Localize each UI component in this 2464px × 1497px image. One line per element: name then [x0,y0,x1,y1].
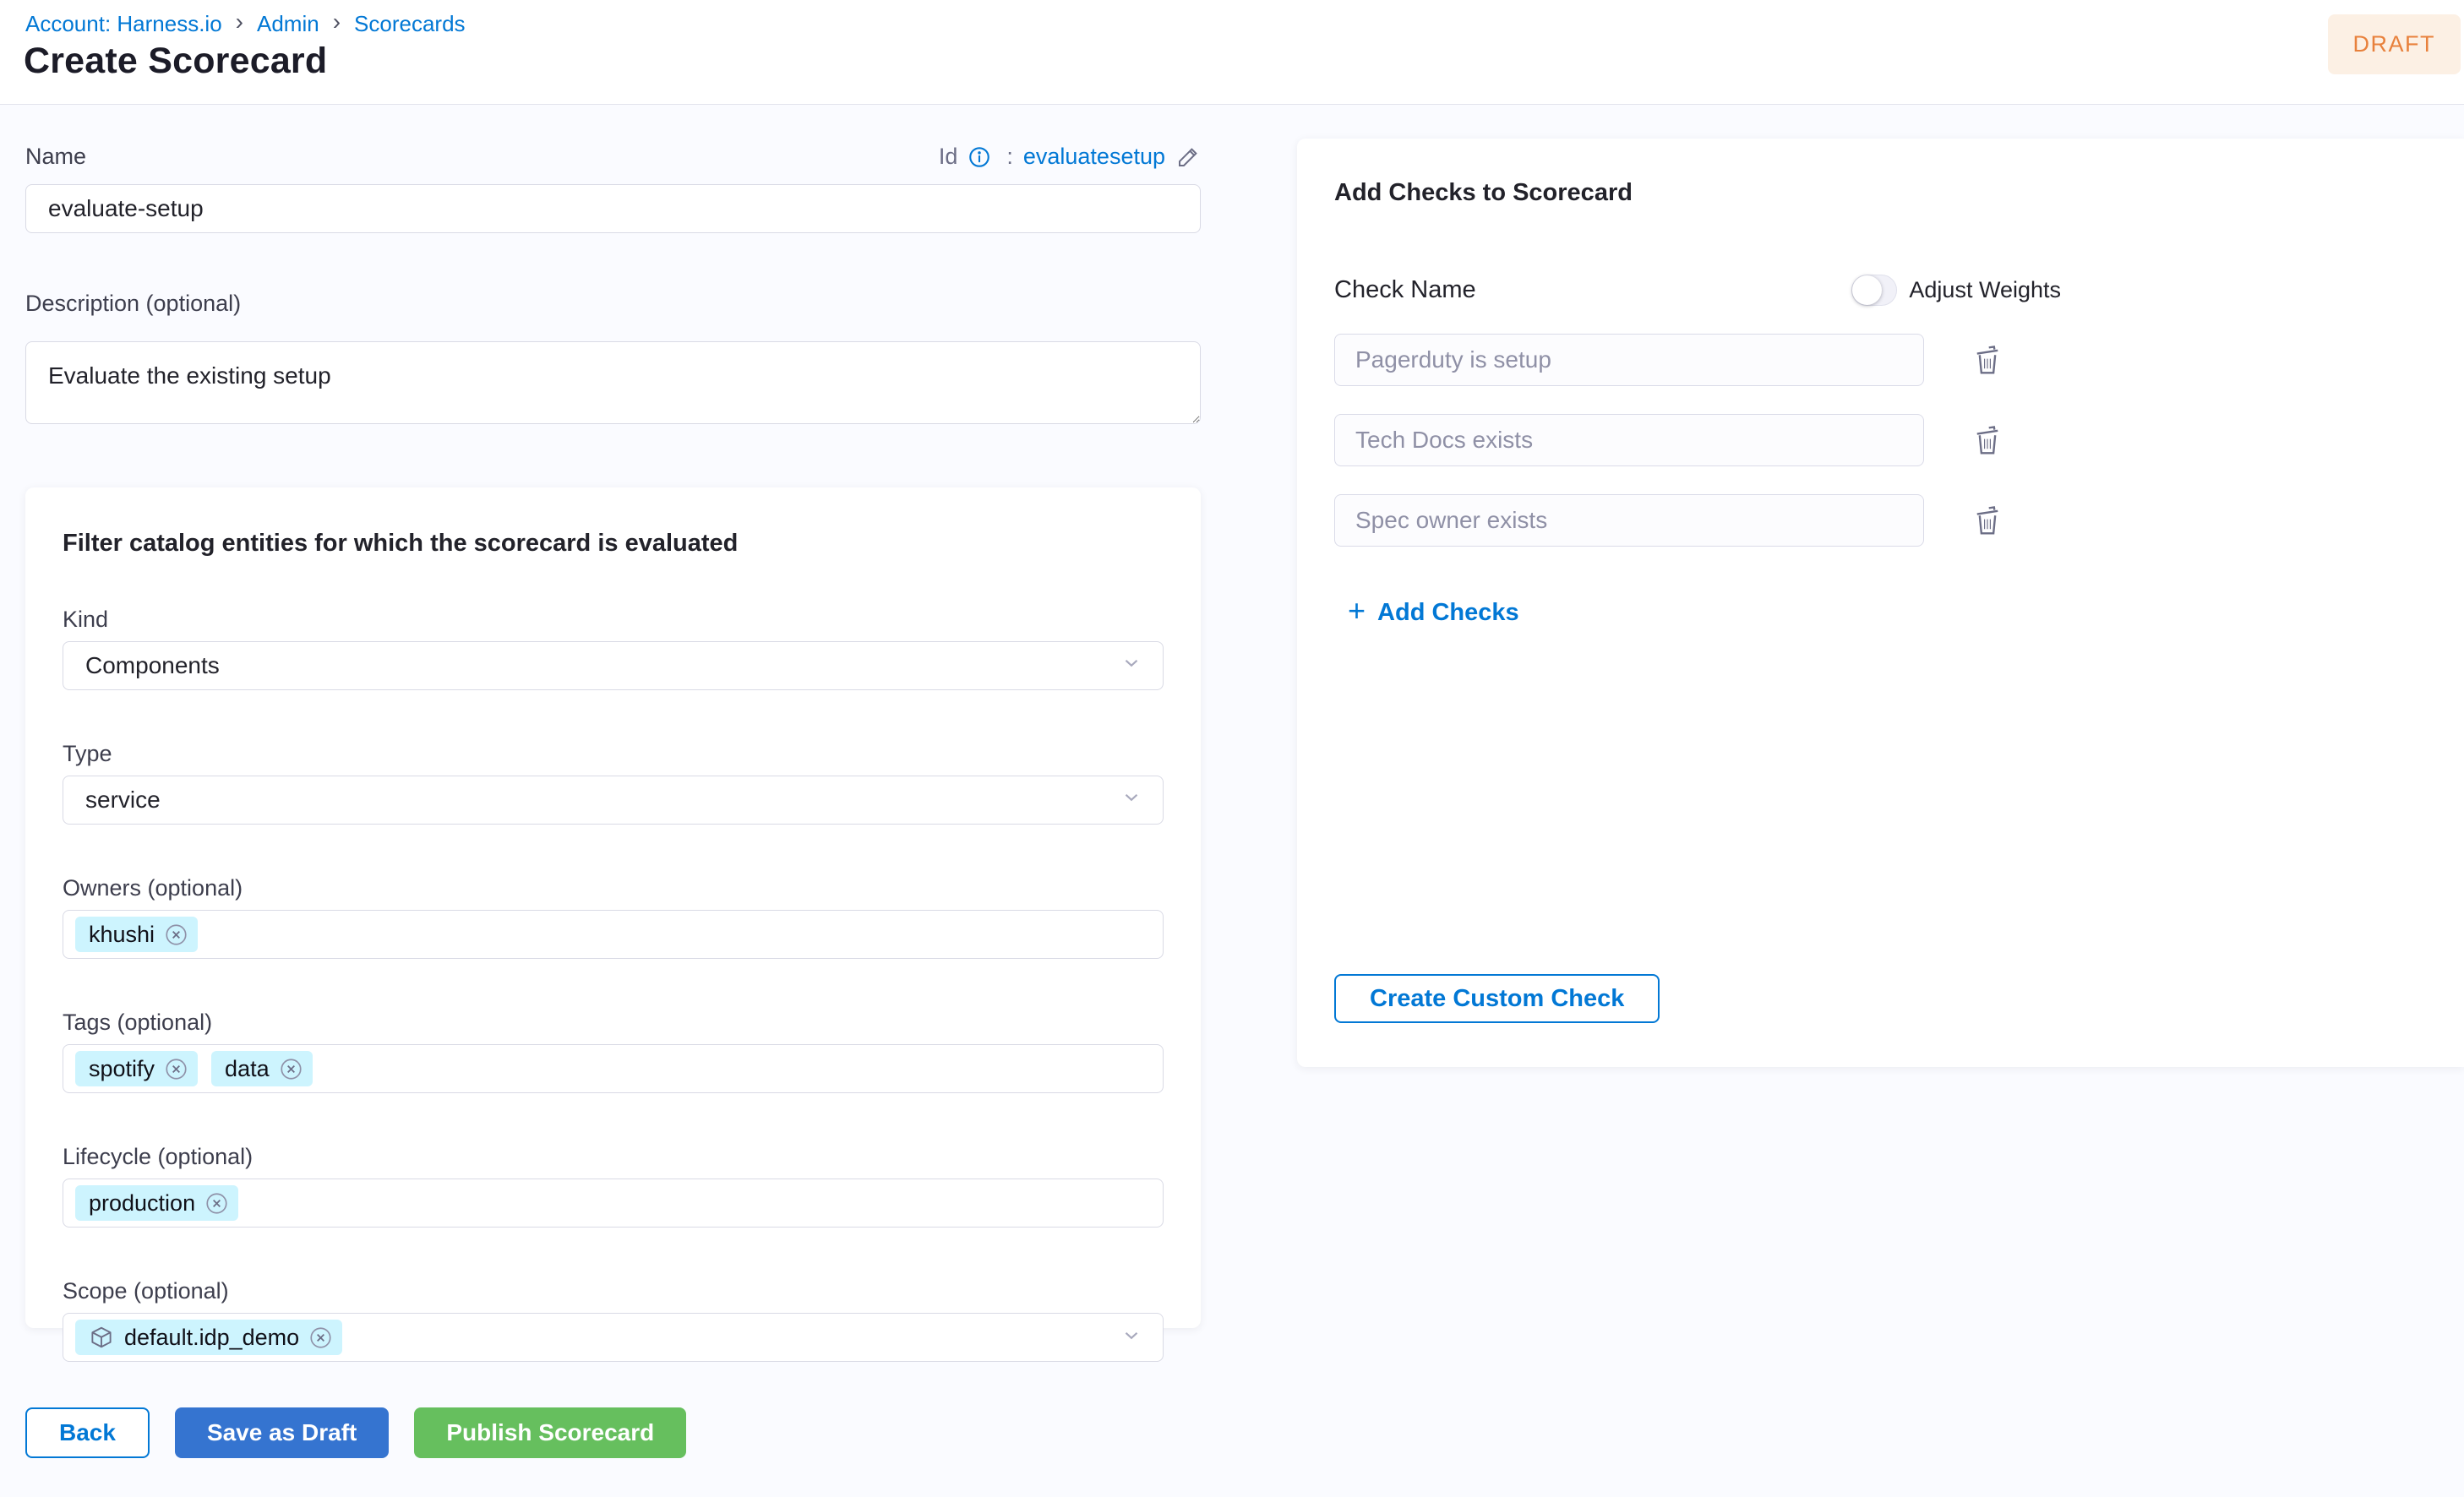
add-checks-card: Add Checks to Scorecard Check Name Adjus… [1297,139,2464,1067]
type-selected-value: service [85,787,161,813]
breadcrumb-separator-icon: › [332,8,341,35]
create-custom-check-button[interactable]: Create Custom Check [1334,974,1660,1023]
back-button[interactable]: Back [25,1407,150,1458]
breadcrumb-account-link[interactable]: Account: Harness.io [25,11,222,37]
scope-select[interactable]: default.idp_demo [63,1313,1164,1362]
kind-selected-value: Components [85,652,220,678]
lifecycle-chip: production [75,1185,239,1221]
name-label: Name [25,144,87,169]
kind-label: Kind [63,607,109,632]
owner-chip: khushi [75,917,199,952]
scorecard-id-value: evaluatesetup [1022,144,1165,169]
description-textarea[interactable]: Evaluate the existing setup [25,341,1201,424]
type-label: Type [63,741,112,766]
check-row [1334,414,2464,466]
info-icon[interactable] [968,145,991,169]
name-field-wrap [25,184,1201,233]
plus-icon: + [1348,593,1366,628]
remove-chip-icon[interactable] [309,1326,332,1349]
remove-chip-icon[interactable] [165,923,188,946]
check-name-row: Check Name Adjust Weights [1334,275,2061,306]
check-name-label: Check Name [1334,276,1476,303]
check-name-input[interactable] [1334,494,1924,547]
breadcrumb-scorecards-link[interactable]: Scorecards [354,11,466,37]
tag-chip: spotify [75,1051,199,1086]
kind-select[interactable]: Components [63,641,1164,690]
adjust-weights-control: Adjust Weights [1851,275,2061,306]
breadcrumb-admin-link[interactable]: Admin [257,11,319,37]
check-name-input[interactable] [1334,334,1924,386]
filter-card-title: Filter catalog entities for which the sc… [63,530,739,557]
check-row [1334,334,2464,386]
breadcrumb-separator-icon: › [235,8,243,35]
description-label: Description (optional) [25,291,242,316]
check-row [1334,494,2464,547]
edit-icon[interactable] [1175,144,1201,170]
tag-chip-label: spotify [89,1055,155,1081]
breadcrumb: Account: Harness.io › Admin › Scorecards [25,10,466,37]
form-actions: Back Save as Draft Publish Scorecard [25,1407,687,1458]
toggle-knob [1852,275,1883,305]
publish-scorecard-button[interactable]: Publish Scorecard [414,1407,687,1458]
add-checks-label: Add Checks [1377,598,1519,626]
delete-check-icon[interactable] [1973,424,2002,456]
remove-chip-icon[interactable] [165,1058,188,1081]
filter-card: Filter catalog entities for which the sc… [25,487,1201,1362]
kind-field-group: Kind Components [63,607,1164,690]
remove-chip-icon[interactable] [280,1058,303,1081]
save-as-draft-button[interactable]: Save as Draft [174,1407,390,1458]
add-checks-title: Add Checks to Scorecard [1334,179,1633,206]
delete-check-icon[interactable] [1973,344,2002,376]
status-badge: DRAFT [2327,14,2461,74]
lifecycle-input[interactable]: production [63,1179,1164,1228]
description-field-wrap: Evaluate the existing setup [25,341,1201,428]
owner-chip-label: khushi [89,921,155,947]
type-field-group: Type service [63,741,1164,825]
id-label: Id [938,144,958,169]
name-id-row: Name Id : evaluatesetup [25,144,1201,170]
chevron-down-icon [1120,652,1142,680]
owners-input[interactable]: khushi [63,910,1164,959]
add-checks-button[interactable]: + Add Checks [1348,596,1519,629]
type-select[interactable]: service [63,776,1164,825]
owners-field-group: Owners (optional) khushi [63,875,1164,959]
name-input[interactable] [25,184,1201,233]
tag-chip: data [211,1051,313,1086]
page-header: Account: Harness.io › Admin › Scorecards… [0,0,2464,105]
id-row: Id : evaluatesetup [939,144,1201,170]
chevron-down-icon [1120,787,1142,814]
scope-label: Scope (optional) [63,1278,229,1304]
lifecycle-label: Lifecycle (optional) [63,1144,253,1169]
lifecycle-chip-label: production [89,1189,196,1216]
check-name-input[interactable] [1334,414,1924,466]
chevron-down-icon [1120,1325,1142,1351]
id-separator: : [1006,144,1013,169]
delete-check-icon[interactable] [1973,504,2002,536]
adjust-weights-toggle[interactable] [1851,275,1898,306]
tags-input[interactable]: spotify data [63,1044,1164,1093]
cube-icon [89,1325,114,1350]
tags-label: Tags (optional) [63,1010,213,1035]
scope-chip: default.idp_demo [75,1320,343,1355]
remove-chip-icon[interactable] [205,1192,228,1215]
adjust-weights-label: Adjust Weights [1909,277,2061,302]
scope-field-group: Scope (optional) default.idp_demo [63,1278,1164,1362]
tags-field-group: Tags (optional) spotify data [63,1010,1164,1093]
tag-chip-label: data [225,1055,270,1081]
lifecycle-field-group: Lifecycle (optional) production [63,1144,1164,1228]
page-title: Create Scorecard [24,41,328,81]
owners-label: Owners (optional) [63,875,243,901]
scope-chip-label: default.idp_demo [124,1324,300,1350]
